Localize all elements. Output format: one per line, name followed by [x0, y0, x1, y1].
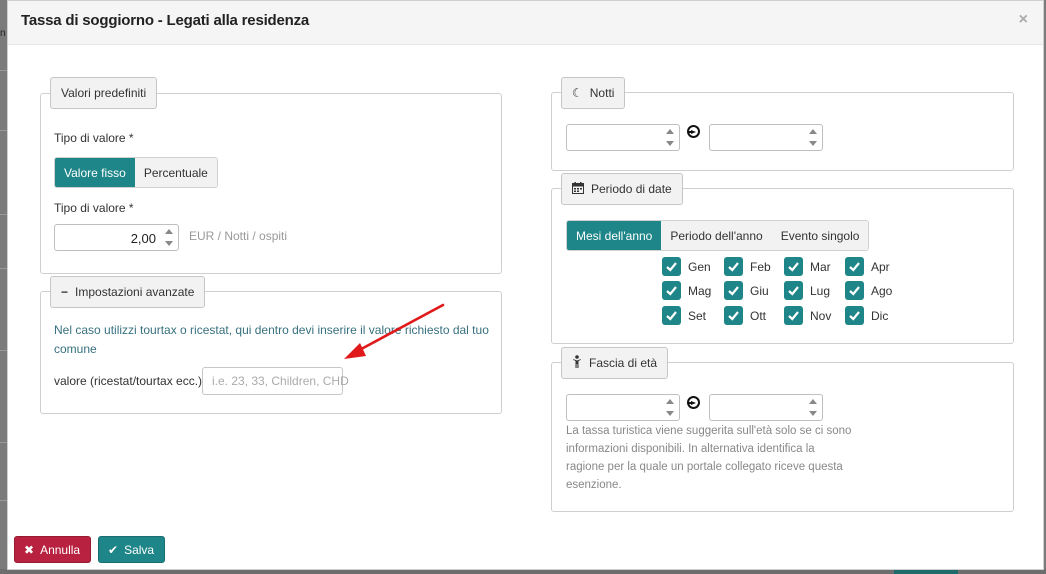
- calendar-icon: [572, 181, 584, 197]
- notti-legend-label: Notti: [589, 86, 615, 100]
- valori-predefiniti-legend: Valori predefiniti: [50, 77, 158, 109]
- fascia-note: La tassa turistica viene suggerita sull'…: [566, 422, 851, 494]
- checkmark-icon: [784, 257, 803, 276]
- month-checkbox-mag[interactable]: Mag: [662, 281, 711, 300]
- periodo-legend: Periodo di date: [561, 173, 683, 205]
- month-label: Feb: [750, 259, 771, 274]
- month-checkbox-ott[interactable]: Ott: [724, 306, 766, 325]
- tipo-valore-label-2: Tipo di valore *: [54, 201, 134, 215]
- moon-icon: ☾: [572, 86, 583, 100]
- tab-mesi-dell-anno[interactable]: Mesi dell'anno: [567, 221, 662, 250]
- cancel-button[interactable]: ✖ Annulla: [14, 536, 92, 563]
- month-checkbox-feb[interactable]: Feb: [724, 257, 771, 276]
- month-label: Set: [688, 308, 707, 323]
- toggle-percentuale[interactable]: Percentuale: [134, 158, 217, 187]
- ricestat-input[interactable]: i.e. 23, 33, Children, CHD: [202, 367, 349, 395]
- eta-to-spinner[interactable]: [809, 398, 819, 417]
- backdrop-accent-bar: [894, 570, 958, 574]
- checkmark-icon: [845, 306, 864, 325]
- month-label: Nov: [810, 308, 832, 323]
- checkmark-icon: [845, 257, 864, 276]
- notti-from-input[interactable]: [566, 124, 680, 151]
- month-checkbox-apr[interactable]: Apr: [845, 257, 890, 276]
- month-label: Apr: [871, 259, 890, 274]
- month-label: Dic: [871, 308, 889, 323]
- month-checkbox-lug[interactable]: Lug: [784, 281, 830, 300]
- impostazioni-avanzate-label: Impostazioni avanzate: [75, 285, 195, 299]
- save-button[interactable]: ✔ Salva: [98, 536, 166, 563]
- eta-from-input[interactable]: [566, 394, 680, 421]
- modal-header: Tassa di soggiorno - Legati alla residen…: [8, 1, 1043, 45]
- month-label: Mar: [810, 259, 831, 274]
- arrow-right-circle-icon: [687, 125, 700, 138]
- periodo-tabs: Mesi dell'anno Periodo dell'anno Evento …: [566, 220, 870, 251]
- fascia-note-line: La tassa turistica viene suggerita sull'…: [566, 425, 852, 437]
- month-checkbox-giu[interactable]: Giu: [724, 281, 769, 300]
- notti-legend: ☾ Notti: [561, 77, 626, 109]
- month-label: Giu: [750, 283, 769, 298]
- impostazioni-avanzate-toggle[interactable]: − Impostazioni avanzate: [50, 276, 206, 308]
- amount-input[interactable]: 2,00: [54, 224, 179, 251]
- fascia-legend: Fascia di età: [561, 347, 669, 379]
- check-icon: ✔: [108, 542, 119, 557]
- eta-to-input[interactable]: [709, 394, 823, 421]
- notti-from-spinner[interactable]: [666, 128, 676, 147]
- month-label: Lug: [810, 283, 831, 298]
- cancel-button-label: Annulla: [40, 542, 81, 557]
- value-type-toggle: Valore fisso Percentuale: [54, 157, 218, 188]
- tipo-valore-label: Tipo di valore *: [54, 131, 134, 145]
- month-checkbox-set[interactable]: Set: [662, 306, 706, 325]
- checkmark-icon: [662, 257, 681, 276]
- child-icon: [572, 355, 582, 371]
- notti-to-spinner[interactable]: [809, 128, 819, 147]
- annotation-arrow-icon: [344, 303, 445, 359]
- periodo-legend-label: Periodo di date: [591, 182, 672, 196]
- month-checkbox-dic[interactable]: Dic: [845, 306, 888, 325]
- fascia-legend-label: Fascia di età: [589, 356, 658, 370]
- checkmark-icon: [784, 281, 803, 300]
- checkmark-icon: [845, 281, 864, 300]
- save-button-label: Salva: [124, 542, 155, 557]
- fascia-note-line: informazioni disponibili. In alternativa…: [566, 443, 815, 455]
- modal-dialog: Tassa di soggiorno - Legati alla residen…: [7, 0, 1044, 570]
- modal-title: Tassa di soggiorno - Legati alla residen…: [21, 12, 310, 29]
- close-icon: ✖: [24, 542, 35, 557]
- month-label: Mag: [688, 283, 712, 298]
- checkmark-icon: [662, 306, 681, 325]
- checkmark-icon: [724, 281, 743, 300]
- month-label: Ago: [871, 283, 893, 298]
- toggle-valore-fisso[interactable]: Valore fisso: [55, 158, 135, 187]
- month-checkbox-gen[interactable]: Gen: [662, 257, 711, 276]
- month-checkbox-mar[interactable]: Mar: [784, 257, 831, 276]
- eta-from-spinner[interactable]: [666, 398, 676, 417]
- month-label: Gen: [688, 259, 711, 274]
- month-checkbox-ago[interactable]: Ago: [845, 281, 892, 300]
- arrow-right-circle-icon: [687, 396, 700, 409]
- tab-periodo-dell-anno[interactable]: Periodo dell'anno: [661, 221, 772, 250]
- tab-evento-singolo[interactable]: Evento singolo: [771, 221, 869, 250]
- checkmark-icon: [784, 306, 803, 325]
- checkmark-icon: [724, 306, 743, 325]
- amount-unit: EUR / Notti / ospiti: [189, 229, 288, 243]
- minus-icon: −: [61, 285, 69, 299]
- month-checkbox-nov[interactable]: Nov: [784, 306, 831, 325]
- checkmark-icon: [724, 257, 743, 276]
- month-label: Ott: [750, 308, 767, 323]
- amount-spinner[interactable]: [165, 228, 175, 247]
- checkmark-icon: [662, 281, 681, 300]
- backdrop-text: n: [0, 28, 6, 39]
- notti-to-input[interactable]: [709, 124, 823, 151]
- valori-predefiniti-legend-label: Valori predefiniti: [61, 86, 147, 100]
- ricestat-field-label: valore (ricestat/tourtax ecc.): [54, 374, 203, 388]
- periodo-panel: [551, 188, 1014, 344]
- fascia-note-line: ragione per la quale un portale collegat…: [566, 461, 843, 473]
- fascia-note-line: esenzione.: [566, 479, 622, 491]
- amount-value: 2,00: [130, 231, 156, 246]
- close-icon[interactable]: ×: [1019, 11, 1028, 29]
